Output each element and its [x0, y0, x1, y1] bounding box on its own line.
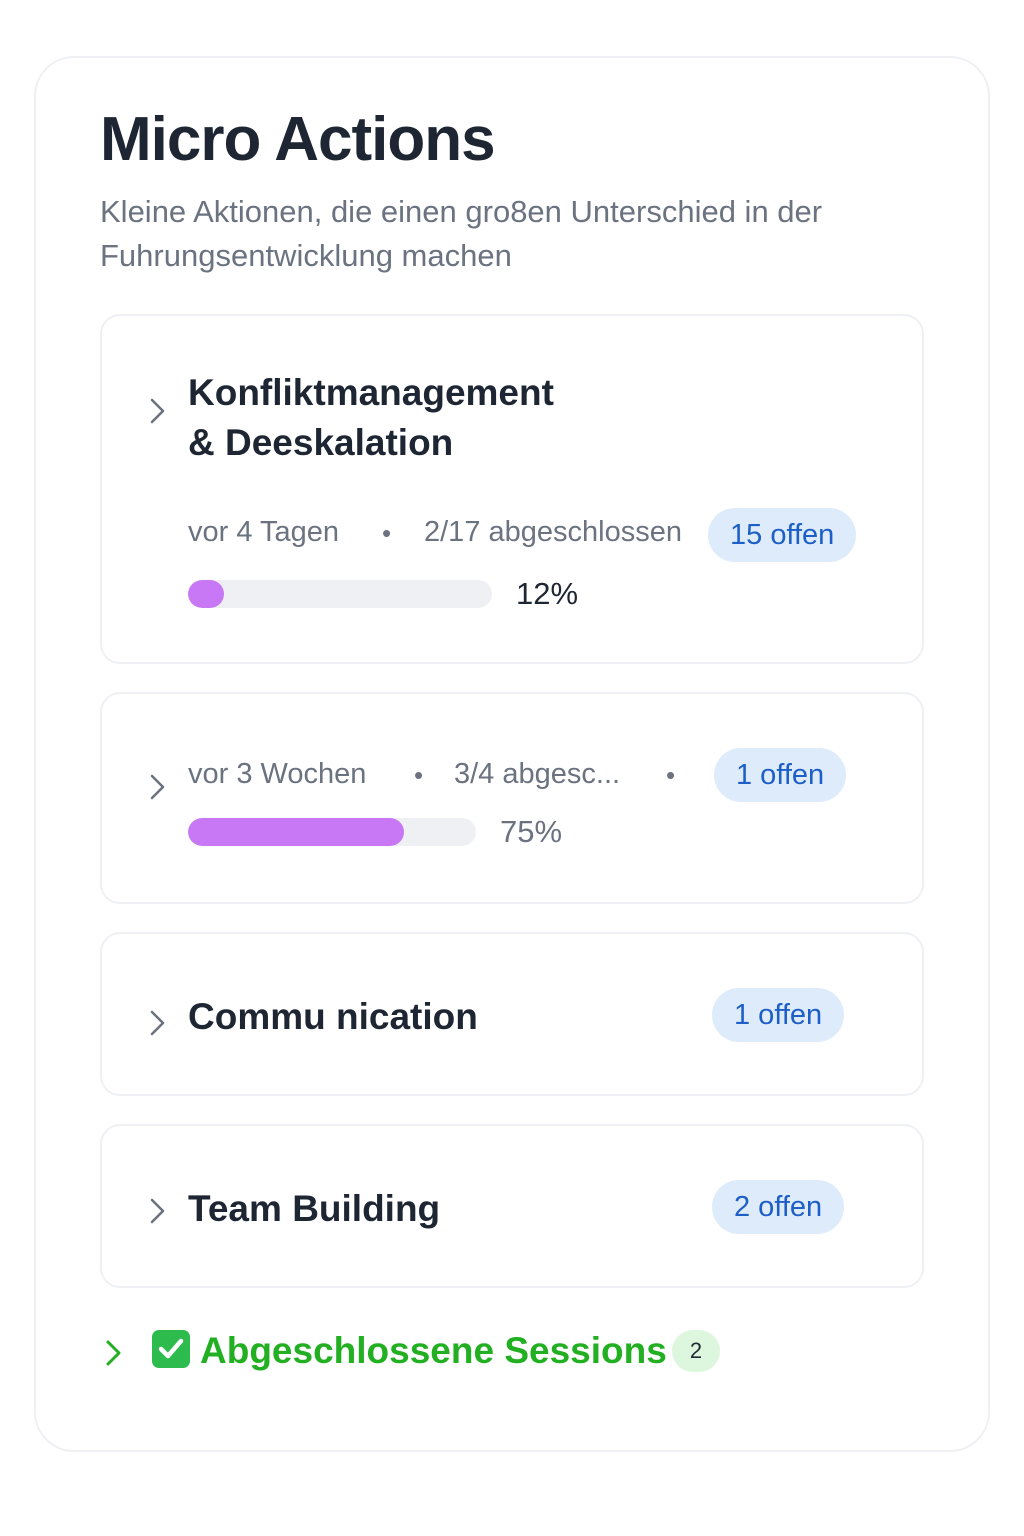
chevron-right-icon [148, 1196, 168, 1226]
session-team-building[interactable]: Team Building 2 offen [100, 1124, 924, 1288]
progress-bar [188, 580, 492, 608]
page-title: Micro Actions [100, 105, 496, 174]
session-time: vor 4 Tagen [188, 516, 340, 548]
check-box-icon [152, 1330, 190, 1368]
meta-separator: • [414, 760, 424, 790]
session-title: Team Building [188, 1188, 441, 1229]
chevron-right-icon [148, 772, 168, 802]
open-count-badge: 1 offen [712, 988, 845, 1042]
session-completed-count: 3/4 abgesc... [454, 758, 621, 790]
progress-percent: 75% [500, 814, 563, 849]
open-count-badge: 1 offen [714, 748, 847, 802]
completed-sessions-toggle[interactable]: Abgeschlossene Sessions 2 [100, 1326, 740, 1380]
session-item[interactable]: vor 3 Wochen • 3/4 abgesc... • 1 offen 7… [100, 692, 924, 904]
open-count-badge: 2 offen [712, 1180, 845, 1234]
page-subtitle: Kleine Aktionen, die einen gro8en Unters… [100, 194, 823, 273]
chevron-right-icon [104, 1338, 124, 1368]
meta-separator: • [382, 518, 392, 548]
progress-fill [188, 580, 225, 608]
chevron-right-icon [148, 1008, 168, 1038]
session-communication[interactable]: Commu nication 1 offen [100, 932, 924, 1096]
progress-percent: 12% [516, 576, 579, 611]
completed-sessions-label: Abgeschlossene Sessions [200, 1330, 667, 1371]
session-title: Konfliktmanagement & Deeskalation [188, 372, 554, 463]
session-completed-count: 2/17 abgeschlossen [424, 516, 682, 548]
session-title: Commu nication [188, 996, 478, 1037]
meta-separator: • [666, 760, 676, 790]
open-count-badge: 15 offen [708, 508, 857, 562]
completed-count-badge: 2 [672, 1330, 720, 1372]
progress-bar [188, 818, 476, 846]
session-konfliktmanagement[interactable]: Konfliktmanagement & Deeskalation vor 4 … [100, 314, 924, 664]
progress-fill [188, 818, 404, 846]
chevron-right-icon [148, 396, 168, 426]
session-time: vor 3 Wochen [188, 758, 367, 790]
